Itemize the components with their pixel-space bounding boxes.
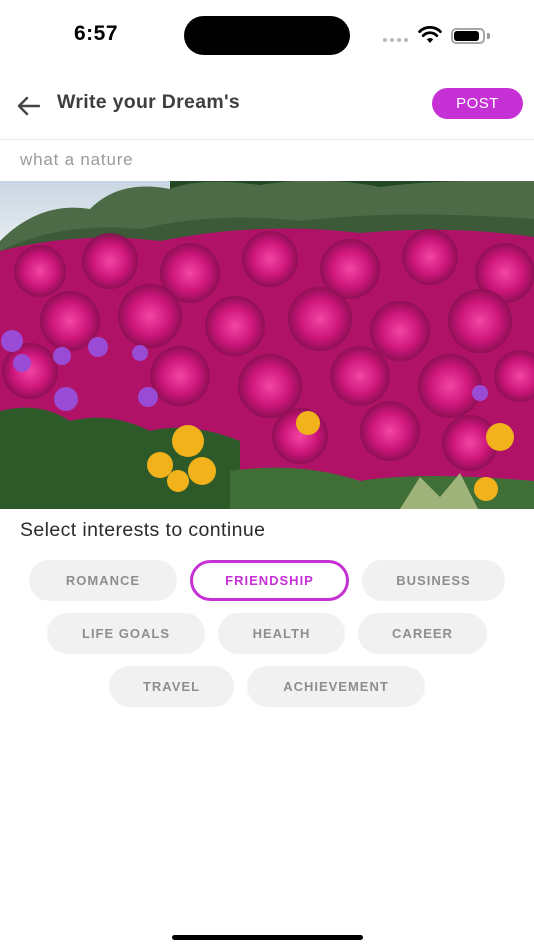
arrow-left-icon (17, 96, 40, 116)
signal-icon (383, 38, 408, 42)
wifi-icon (418, 25, 442, 49)
chip-business[interactable]: BUSINESS (362, 560, 505, 601)
post-button[interactable]: POST (432, 88, 523, 119)
dynamic-island (184, 16, 350, 55)
status-bar: 6:57 (0, 0, 534, 70)
chip-health[interactable]: HEALTH (218, 613, 345, 654)
battery-level (454, 31, 479, 41)
caption-input[interactable] (20, 147, 510, 173)
status-time: 6:57 (74, 22, 119, 45)
interests-title: Select interests to continue (20, 519, 266, 541)
chip-romance[interactable]: ROMANCE (29, 560, 177, 601)
chip-achievement[interactable]: ACHIEVEMENT (247, 666, 425, 707)
page-title: Write your Dream's (57, 91, 241, 113)
chip-travel[interactable]: TRAVEL (109, 666, 234, 707)
header-divider (0, 139, 534, 140)
back-button[interactable] (12, 90, 44, 122)
home-indicator (172, 935, 363, 940)
header: Write your Dream's POST (0, 80, 534, 138)
chip-life-goals[interactable]: LIFE GOALS (47, 613, 205, 654)
screen: 6:57 Write your Dream's POST what a natu… (0, 0, 534, 950)
battery-tip (487, 33, 490, 39)
chip-career[interactable]: CAREER (358, 613, 487, 654)
chip-friendship[interactable]: FRIENDSHIP (190, 560, 349, 601)
attached-photo (0, 181, 534, 509)
